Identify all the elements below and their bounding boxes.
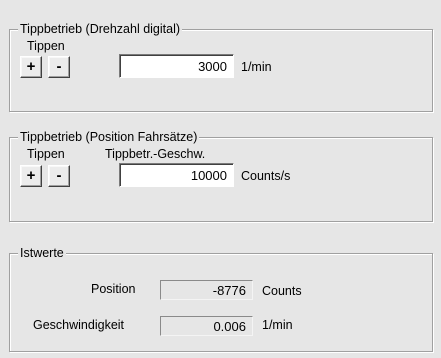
speed-input[interactable]: 10000 bbox=[119, 163, 234, 187]
tippen-label: Tippen bbox=[27, 147, 65, 161]
plus-label: + bbox=[26, 58, 36, 75]
tippen-label: Tippen bbox=[27, 39, 65, 53]
group-istwerte: Istwerte Position -8776 Counts Geschwind… bbox=[9, 246, 433, 352]
speed-unit: Counts/s bbox=[241, 169, 291, 183]
minus-label: - bbox=[56, 167, 62, 184]
group-position-title: Tippbetrieb (Position Fahrsätze) bbox=[18, 130, 200, 144]
drehzahl-unit: 1/min bbox=[241, 60, 272, 74]
minus-label: - bbox=[56, 58, 62, 75]
group-istwerte-title: Istwerte bbox=[18, 246, 66, 260]
position-label: Position bbox=[91, 282, 136, 296]
tipp-panel: Tippbetrieb (Drehzahl digital) Tippen + … bbox=[0, 0, 441, 358]
position-plus-button[interactable]: + bbox=[20, 165, 42, 187]
plus-label: + bbox=[26, 167, 36, 184]
group-istwerte-frame bbox=[9, 253, 433, 352]
geschwindigkeit-label: Geschwindigkeit bbox=[33, 318, 125, 332]
drehzahl-minus-button[interactable]: - bbox=[48, 56, 70, 78]
group-drehzahl-title: Tippbetrieb (Drehzahl digital) bbox=[18, 22, 183, 36]
position-unit: Counts bbox=[262, 284, 302, 298]
geschwindigkeit-unit: 1/min bbox=[262, 318, 293, 332]
group-position: Tippbetrieb (Position Fahrsätze) Tippen … bbox=[9, 130, 433, 222]
drehzahl-input[interactable]: 3000 bbox=[119, 54, 234, 78]
drehzahl-plus-button[interactable]: + bbox=[20, 56, 42, 78]
group-drehzahl: Tippbetrieb (Drehzahl digital) Tippen + … bbox=[9, 22, 433, 112]
position-value: -8776 bbox=[160, 280, 253, 300]
speed-label: Tippbetr.-Geschw. bbox=[105, 147, 206, 161]
position-minus-button[interactable]: - bbox=[48, 165, 70, 187]
geschwindigkeit-value: 0.006 bbox=[160, 316, 253, 336]
